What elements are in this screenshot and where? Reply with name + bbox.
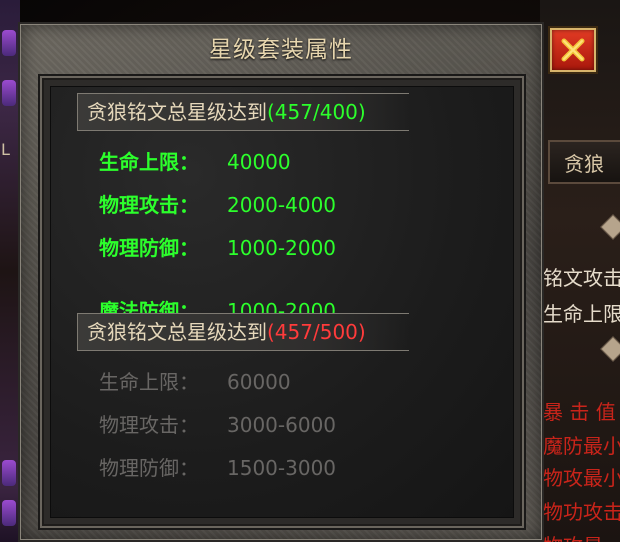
- gem-icon: [2, 500, 16, 526]
- tier-progress: (457/400): [267, 100, 366, 124]
- background-text: 铭文攻击: [543, 266, 620, 290]
- section-1-viewport: 贪狼铭文总星级达到(457/400) 生命上限： 40000 物理攻击： 2000-…: [51, 87, 513, 313]
- background-text: 魔防最小: [543, 434, 620, 458]
- background-text: 物攻最小: [543, 466, 620, 490]
- attribute-value: 60000: [227, 370, 291, 394]
- dialog-title: 星级套装属性: [209, 37, 353, 63]
- attribute-row: 物理防御： 1500-3000: [99, 452, 336, 481]
- background-text: 物功攻击: [543, 500, 620, 524]
- attribute-name: 魔法防御：: [99, 299, 199, 313]
- attribute-name: 物理防御：: [99, 236, 199, 260]
- gem-icon: [2, 80, 16, 106]
- background-text: 生命上限: [543, 302, 620, 326]
- close-button[interactable]: [550, 28, 596, 72]
- attribute-value: 1000-2000: [227, 236, 337, 260]
- attributes-scroll-area[interactable]: 贪狼铭文总星级达到(457/400) 生命上限： 40000 物理攻击： 2000-…: [50, 86, 514, 518]
- attribute-row: 物理防御： 1000-2000: [99, 232, 336, 261]
- attribute-name: 物理攻击：: [99, 193, 199, 217]
- attribute-value: 3000-6000: [227, 413, 337, 437]
- attribute-value: 2000-4000: [227, 193, 337, 217]
- attribute-value: 40000: [227, 150, 291, 174]
- attribute-name: 生命上限：: [99, 370, 199, 394]
- tier-header-label: 贪狼铭文总星级达到: [87, 100, 267, 124]
- attribute-row: 物理攻击： 3000-6000: [99, 409, 336, 438]
- attribute-value: 1500-3000: [227, 456, 337, 480]
- attribute-name: 物理攻击：: [99, 413, 199, 437]
- star-set-attributes-dialog: 星级套装属性 贪狼铭文总星级达到(457/400) 生命上限： 40000 物理攻…: [18, 22, 544, 542]
- background-text: 暴 击 值: [543, 400, 616, 424]
- tier-progress: (457/500): [267, 320, 366, 344]
- attribute-name: 生命上限：: [99, 150, 199, 174]
- background-text: 物攻最: [543, 530, 603, 542]
- attribute-name: 物理防御：: [99, 456, 199, 480]
- inner-frame: 贪狼铭文总星级达到(457/400) 生命上限： 40000 物理攻击： 2000-…: [38, 74, 526, 530]
- game-screen: L 贪狼 铭文攻击 生命上限 暴 击 值 魔防最小 物攻最小 物功攻击 物攻最 …: [0, 0, 620, 542]
- tier-header: 贪狼铭文总星级达到(457/400): [77, 93, 409, 131]
- attribute-row: 魔法防御： 1000-2000: [99, 295, 336, 313]
- close-icon: [561, 38, 585, 62]
- background-tab[interactable]: 贪狼: [548, 140, 620, 184]
- attribute-row: 物理攻击： 2000-4000: [99, 189, 336, 218]
- tier-header-label: 贪狼铭文总星级达到: [87, 320, 267, 344]
- gem-icon: [2, 30, 16, 56]
- background-left-panel: L: [0, 0, 20, 542]
- background-left-letter: L: [1, 140, 10, 159]
- attribute-row: 生命上限： 40000: [99, 146, 291, 175]
- gem-icon: [2, 460, 16, 486]
- attribute-value: 1000-2000: [227, 299, 337, 313]
- attribute-row: 生命上限： 60000: [99, 366, 291, 395]
- tier-header: 贪狼铭文总星级达到(457/500): [77, 313, 409, 351]
